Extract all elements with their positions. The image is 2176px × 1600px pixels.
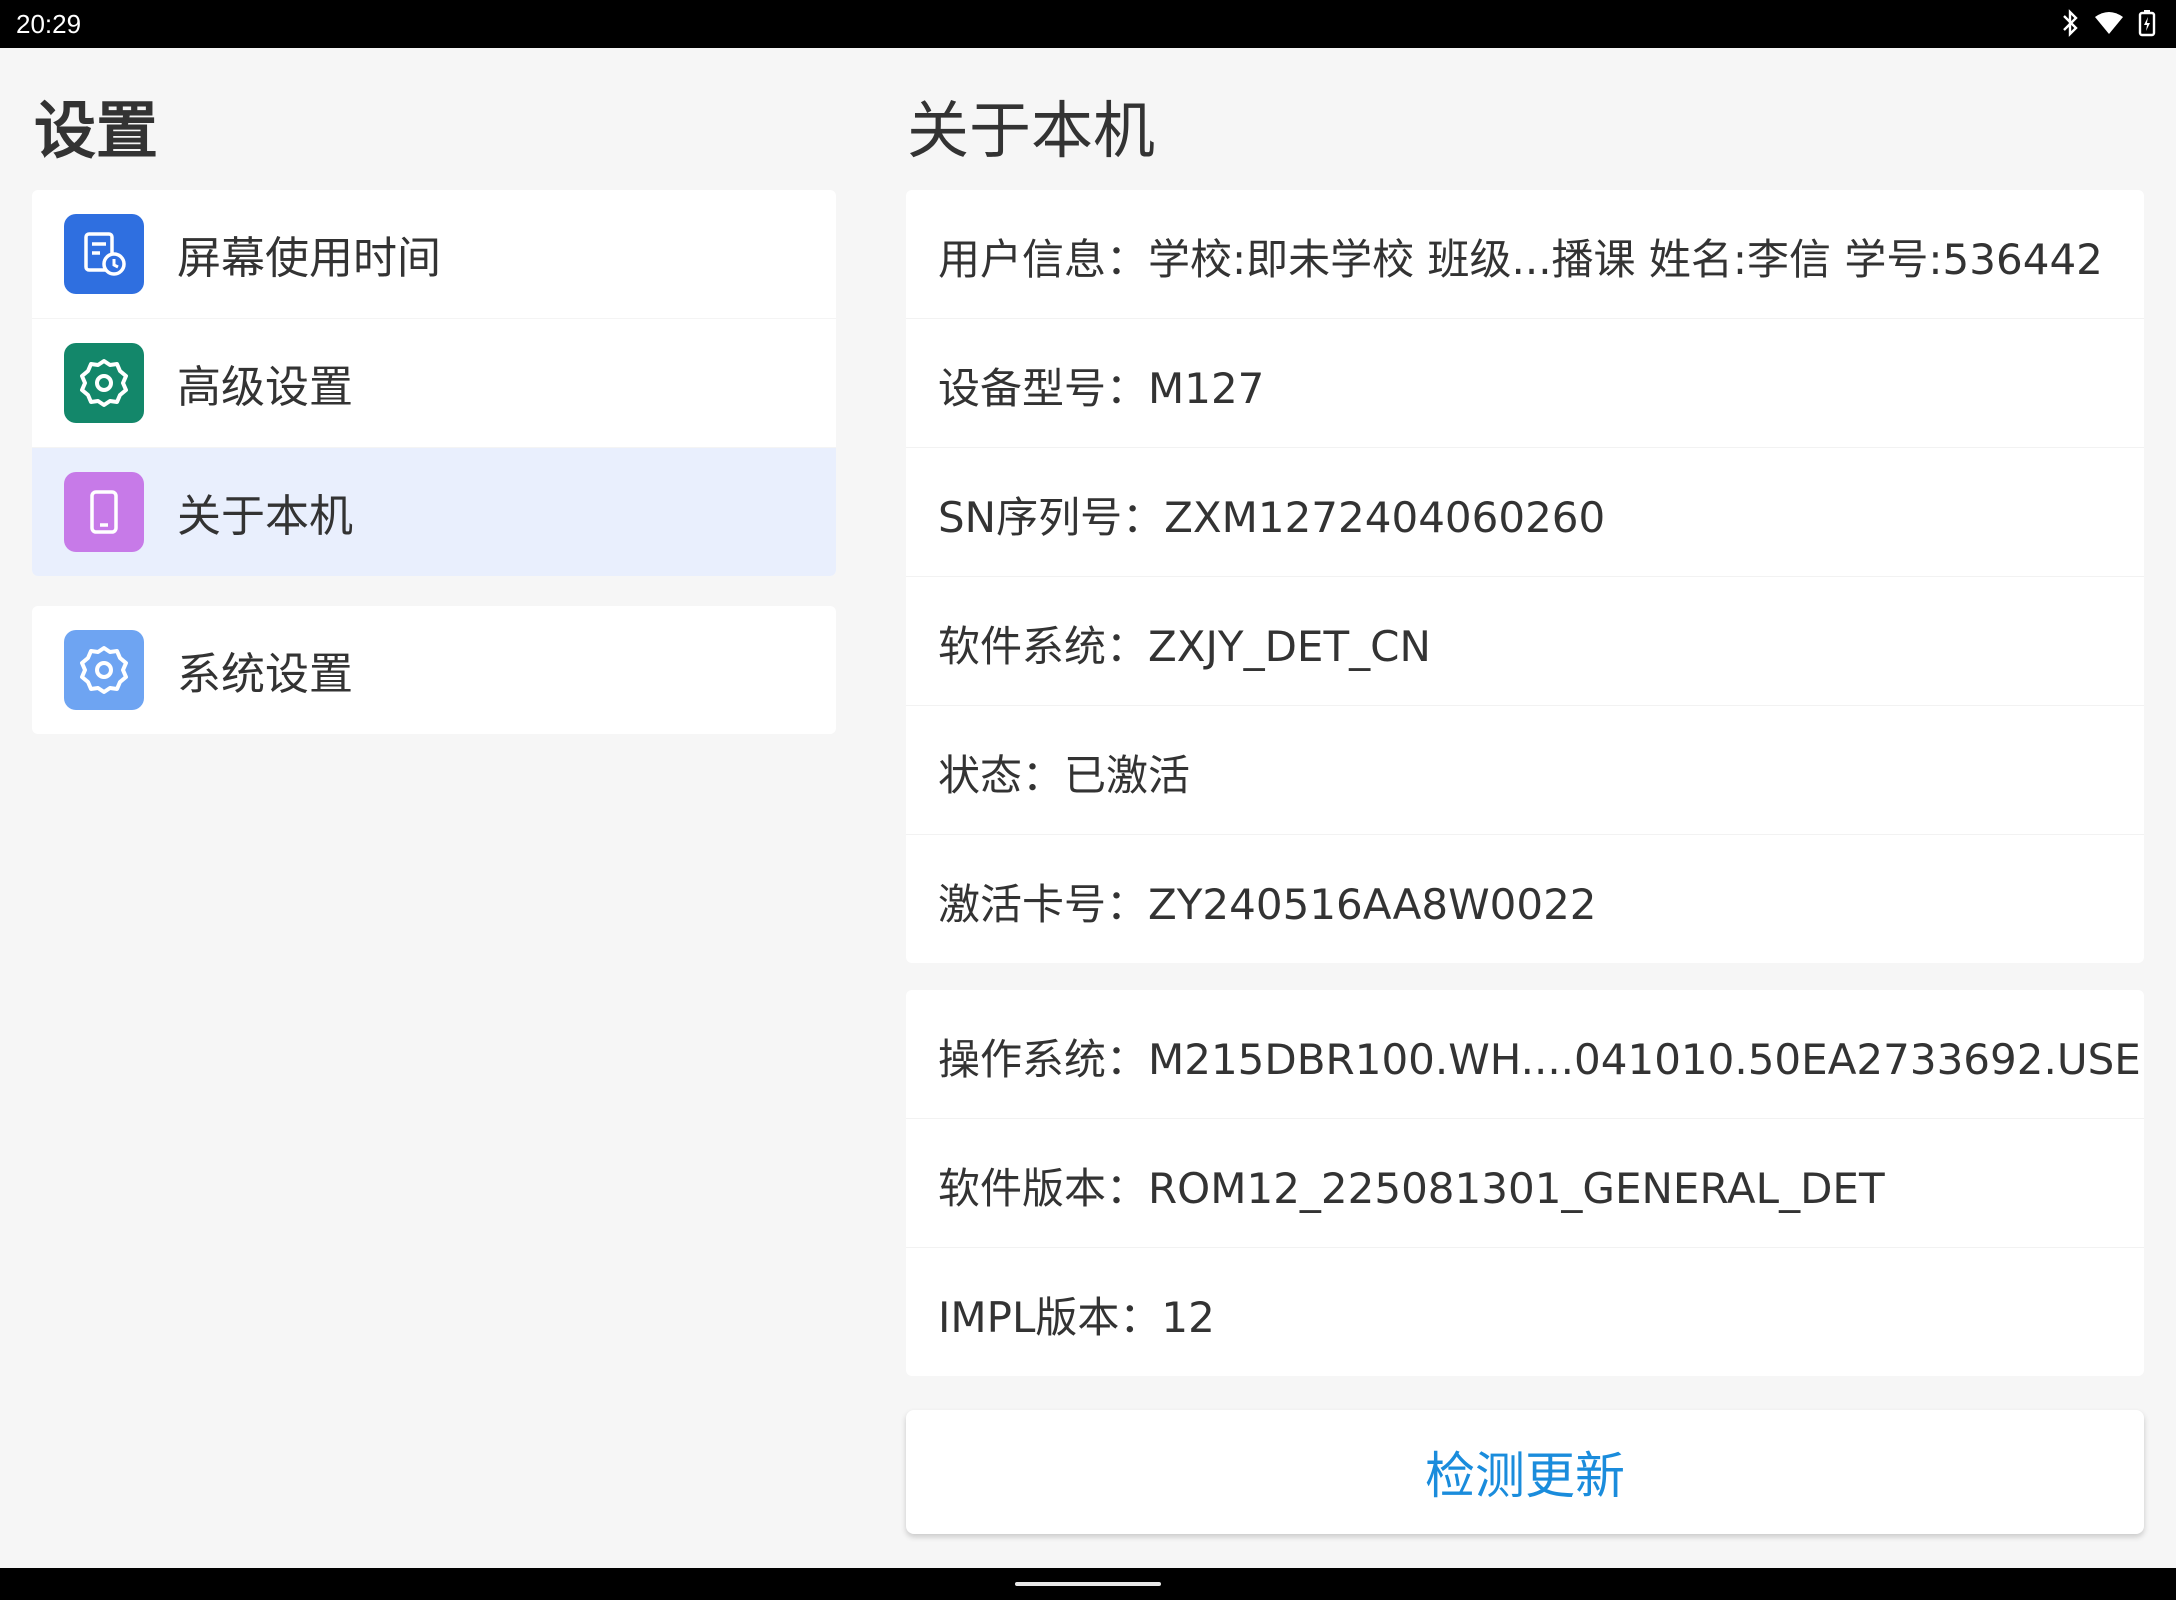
menu-item-screen-time[interactable]: 屏幕使用时间	[32, 190, 836, 318]
info-row-user[interactable]: 用户信息：学校:即未学校 班级...播课 姓名:李信 学号:536442	[906, 190, 2144, 318]
status-time: 20:29	[16, 9, 82, 39]
bluetooth-icon	[2060, 9, 2080, 37]
menu-label: 屏幕使用时间	[177, 233, 441, 284]
info-text: 软件系统：ZXJY_DET_CN	[938, 622, 1431, 671]
info-row-os[interactable]: 操作系统：M215DBR100.WH....041010.50EA2733692…	[906, 990, 2144, 1118]
page-title: 关于本机	[907, 94, 1156, 167]
info-row-sn[interactable]: SN序列号：ZXM1272404060260	[906, 447, 2144, 576]
info-text: IMPL版本：12	[938, 1293, 1215, 1342]
menu-item-about-device[interactable]: 关于本机	[32, 447, 836, 576]
device-info-card: 用户信息：学校:即未学校 班级...播课 姓名:李信 学号:536442 设备型…	[906, 190, 2144, 963]
info-row-status[interactable]: 状态：已激活	[906, 705, 2144, 834]
info-text: 用户信息：学校:即未学校 班级...播课 姓名:李信 学号:536442	[938, 235, 2103, 284]
battery-charging-icon	[2138, 9, 2156, 37]
menu-item-advanced-settings[interactable]: 高级设置	[32, 318, 836, 447]
menu-label: 高级设置	[177, 362, 353, 413]
info-row-activation-card[interactable]: 激活卡号：ZY240516AA8W0022	[906, 834, 2144, 963]
settings-menu-group-2: 系统设置	[32, 606, 836, 734]
info-row-software-version[interactable]: 软件版本：ROM12_225081301_GENERAL_DET	[906, 1118, 2144, 1247]
navigation-bar	[0, 1568, 2176, 1600]
check-update-button[interactable]: 检测更新	[906, 1410, 2144, 1534]
info-text: 操作系统：M215DBR100.WH....041010.50EA2733692…	[938, 1035, 2144, 1084]
home-gesture-handle[interactable]	[1015, 1582, 1161, 1586]
screen-time-icon	[64, 214, 144, 294]
info-text: 激活卡号：ZY240516AA8W0022	[938, 880, 1597, 929]
status-bar: 20:29	[0, 0, 2176, 48]
settings-menu-group-1: 屏幕使用时间 高级设置 关于本机	[32, 190, 836, 576]
menu-item-system-settings[interactable]: 系统设置	[32, 606, 836, 734]
info-row-impl-version[interactable]: IMPL版本：12	[906, 1247, 2144, 1376]
phone-icon	[64, 472, 144, 552]
info-text: 状态：已激活	[938, 751, 1191, 800]
gear-icon	[64, 343, 144, 423]
info-text: 设备型号：M127	[938, 364, 1265, 413]
menu-label: 关于本机	[177, 491, 353, 542]
settings-title: 设置	[34, 94, 159, 167]
info-row-software-system[interactable]: 软件系统：ZXJY_DET_CN	[906, 576, 2144, 705]
info-row-model[interactable]: 设备型号：M127	[906, 318, 2144, 447]
version-info-card: 操作系统：M215DBR100.WH....041010.50EA2733692…	[906, 990, 2144, 1376]
wifi-icon	[2094, 10, 2124, 36]
info-text: 软件版本：ROM12_225081301_GENERAL_DET	[938, 1164, 1885, 1213]
info-text: SN序列号：ZXM1272404060260	[938, 493, 1606, 542]
menu-label: 系统设置	[177, 649, 353, 700]
gear-icon	[64, 630, 144, 710]
